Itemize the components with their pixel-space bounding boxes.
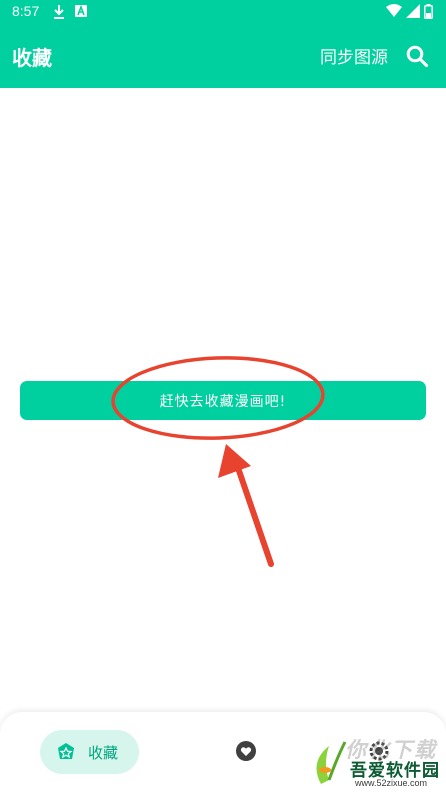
heart-icon[interactable] [235,740,257,762]
page-title: 收藏 [12,46,52,70]
status-bar: 8:57 [0,0,446,24]
wifi-icon [386,4,402,17]
battery-icon [424,4,433,19]
signal-icon [406,4,420,18]
search-icon[interactable] [405,44,429,68]
settings-icon[interactable] [368,740,390,762]
download-icon [54,5,64,19]
go-collect-button[interactable]: 赶快去收藏漫画吧! [20,381,426,420]
favorite-tag-icon [58,743,74,759]
status-time: 8:57 [12,3,40,19]
bottom-navigation: 收藏 [0,712,446,792]
nav-tab-favorites[interactable]: 收藏 [40,730,139,774]
app-notification-icon [75,4,87,17]
nav-tab-favorites-label: 收藏 [88,744,119,762]
app-bar: 收藏 同步图源 [0,24,446,88]
sync-sources-button[interactable]: 同步图源 [320,43,388,68]
